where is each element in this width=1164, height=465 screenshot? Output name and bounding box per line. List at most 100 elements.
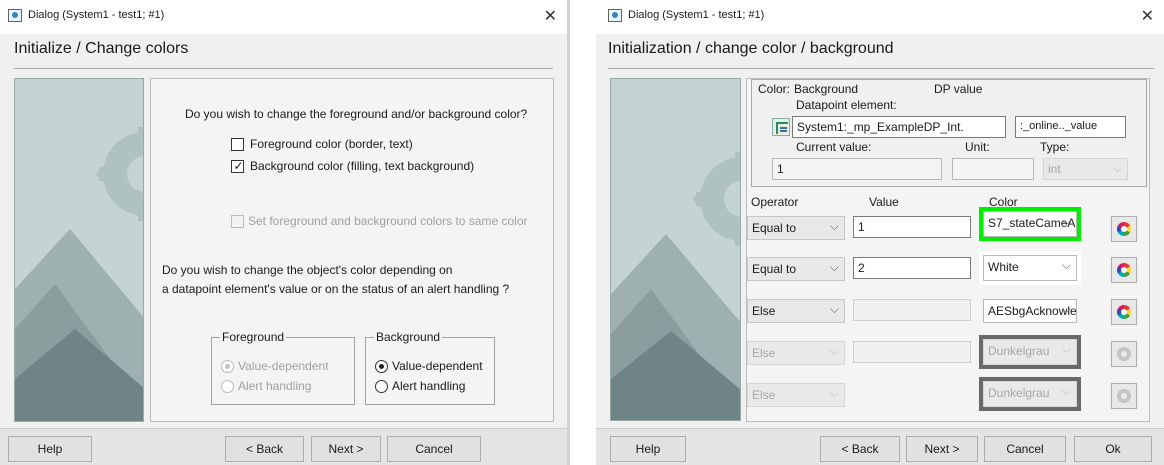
background-color-label: Background color (filling, text backgrou… [250, 159, 475, 173]
config-field[interactable]: :_online.._value [1015, 116, 1126, 138]
operator-select-1[interactable]: Equal to ⌵ [747, 216, 845, 240]
foreground-alert-handling-label: Alert handling [238, 379, 312, 393]
unit-field [952, 158, 1034, 180]
chevron-down-icon: ⌵ [829, 219, 839, 233]
type-select: int ⌵ [1043, 158, 1128, 180]
ok-button[interactable]: Ok [1074, 436, 1152, 462]
operator-value-1: Equal to [752, 221, 797, 235]
question-value-dependent-line2: a datapoint element's value or on the st… [162, 282, 510, 296]
background-value-dependent-radio[interactable] [375, 360, 388, 373]
cancel-button[interactable]: Cancel [984, 436, 1066, 462]
back-button[interactable]: < Back [820, 436, 900, 462]
foreground-value-dependent-radio[interactable] [221, 360, 234, 373]
value-column-header: Value [869, 195, 899, 209]
datapoint-element-field[interactable]: System1:_mp_ExampleDP_Int. [792, 116, 1006, 138]
question-change-colors: Do you wish to change the foreground and… [185, 107, 528, 121]
type-value: int [1048, 162, 1061, 176]
operator-select-3[interactable]: Else ⌵ [747, 299, 845, 323]
operator-select-4: Else ⌵ [747, 341, 845, 365]
datapoint-element-label: Datapoint element: [796, 98, 897, 112]
operator-column-header: Operator [751, 195, 799, 209]
background-group-title: Background [374, 330, 443, 344]
value-input-3 [853, 299, 971, 321]
color-select-1-highlight: S7_stateCameAc ⌵ [979, 207, 1081, 241]
operator-value-3: Else [752, 304, 776, 318]
operator-value-4: Else [752, 346, 776, 360]
color-select-5-frame: Dunkelgrau ⌵ [979, 377, 1081, 411]
foreground-group: Foreground Value-dependent Alert handlin… [211, 330, 355, 405]
button-bar: Help < Back Next > Cancel [0, 428, 567, 465]
color-label: Color: [758, 82, 791, 96]
decorative-gears-image [610, 78, 741, 421]
question-value-dependent-line1: Do you wish to change the object's color… [162, 263, 453, 277]
color-select-3[interactable]: AESbgAcknowled ⌵ [983, 299, 1077, 323]
help-button[interactable]: Help [8, 436, 92, 462]
chevron-down-icon: ⌵ [829, 260, 839, 274]
color-picker-button-1[interactable] [1111, 216, 1137, 242]
chevron-down-icon: ⌵ [829, 344, 839, 358]
close-icon[interactable]: ✕ [1141, 6, 1154, 26]
window-title: Dialog (System1 - test1; #1) [628, 9, 765, 21]
divider [608, 68, 1154, 69]
chevron-down-icon: ⌵ [1061, 384, 1071, 398]
datapoint-tree-icon[interactable] [772, 118, 790, 136]
current-value-field: 1 [772, 158, 942, 180]
chevron-down-icon: ⌵ [1061, 258, 1071, 272]
foreground-value-dependent-label: Value-dependent [238, 359, 329, 373]
current-value-label: Current value: [796, 140, 872, 154]
help-button[interactable]: Help [610, 436, 686, 462]
color-select-4: Dunkelgrau ⌵ [983, 339, 1077, 365]
color-value-2: White [988, 260, 1019, 274]
window-title: Dialog (System1 - test1; #1) [28, 9, 165, 21]
chevron-down-icon: ⌵ [1112, 161, 1122, 175]
value-input-1[interactable]: 1 [853, 216, 971, 238]
dialog-change-colors: Dialog (System1 - test1; #1) ✕ Initializ… [0, 0, 570, 465]
background-alert-handling-radio[interactable] [375, 380, 388, 393]
background-value-dependent-label: Value-dependent [392, 359, 483, 373]
background-group: Background Value-dependent Alert handlin… [365, 330, 495, 405]
color-value: Background [794, 82, 859, 96]
operator-value-2: Equal to [752, 262, 797, 276]
foreground-color-label: Foreground color (border, text) [250, 137, 413, 151]
color-select-2[interactable]: White ⌵ [983, 255, 1077, 281]
color-rules-panel: Color: Background DP value Datapoint ele… [746, 78, 1150, 422]
checkmark-icon: ✓ [233, 159, 244, 173]
options-panel: Do you wish to change the foreground and… [150, 78, 554, 422]
color-select-1[interactable]: S7_stateCameAc ⌵ [983, 211, 1077, 237]
operator-select-2[interactable]: Equal to ⌵ [747, 257, 845, 281]
color-wheel-icon [1117, 389, 1131, 403]
color-picker-button-3[interactable] [1111, 299, 1137, 325]
cancel-button[interactable]: Cancel [387, 436, 481, 462]
next-button[interactable]: Next > [906, 436, 978, 462]
color-value-4: Dunkelgrau [988, 344, 1050, 358]
window-icon [608, 9, 622, 22]
color-select-5: Dunkelgrau ⌵ [983, 381, 1077, 407]
close-icon[interactable]: ✕ [544, 6, 557, 26]
back-button[interactable]: < Back [225, 436, 304, 462]
operator-select-5: Else ⌵ [747, 383, 845, 407]
dialog-change-color-background: Dialog (System1 - test1; #1) ✕ Initializ… [596, 0, 1164, 465]
value-input-2[interactable]: 2 [853, 257, 971, 279]
chevron-down-icon: ⌵ [829, 386, 839, 400]
color-value-5: Dunkelgrau [988, 386, 1050, 400]
color-select-2-highlight: White ⌵ [979, 251, 1081, 285]
divider [14, 68, 553, 69]
color-wheel-icon [1117, 305, 1131, 319]
next-button[interactable]: Next > [311, 436, 381, 462]
color-picker-button-5 [1111, 383, 1137, 409]
foreground-alert-handling-radio[interactable] [221, 380, 234, 393]
same-color-checkbox[interactable] [231, 215, 244, 228]
page-title: Initialization / change color / backgrou… [608, 40, 894, 57]
dp-value-label: DP value [934, 82, 983, 96]
color-picker-button-2[interactable] [1111, 257, 1137, 283]
chevron-down-icon: ⌵ [829, 302, 839, 316]
background-alert-handling-label: Alert handling [392, 379, 466, 393]
chevron-down-icon: ⌵ [1061, 214, 1071, 228]
color-wheel-icon [1117, 347, 1131, 361]
color-picker-button-4 [1111, 341, 1137, 367]
foreground-color-checkbox[interactable] [231, 138, 244, 151]
background-color-checkbox[interactable]: ✓ [231, 159, 244, 173]
color-wheel-icon [1117, 222, 1131, 236]
value-input-4 [853, 341, 971, 363]
operator-value-5: Else [752, 388, 776, 402]
